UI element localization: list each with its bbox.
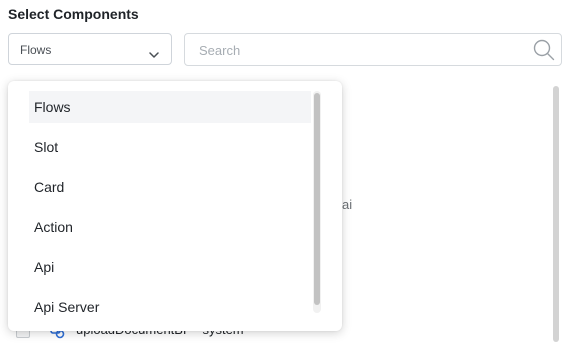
list-scrollbar[interactable] [553,86,559,342]
search-box[interactable] [184,33,562,66]
option-api[interactable]: Api [29,251,311,283]
search-input[interactable] [199,41,519,59]
dropdown-scrollbar-thumb[interactable] [314,93,320,305]
option-card[interactable]: Card [29,171,311,203]
component-type-dropdown: Flows Slot Card Action Api Api Server [8,81,342,331]
list-item-text-fragment: ai [342,197,353,212]
option-action[interactable]: Action [29,211,311,243]
option-slot[interactable]: Slot [29,131,311,163]
component-type-select[interactable]: Flows [8,33,172,65]
option-flows[interactable]: Flows [29,91,311,123]
select-value: Flows [20,43,52,57]
option-api-server[interactable]: Api Server [29,291,311,323]
page-title: Select Components [8,6,139,22]
search-icon[interactable] [533,39,555,66]
chevron-down-icon [149,46,159,64]
